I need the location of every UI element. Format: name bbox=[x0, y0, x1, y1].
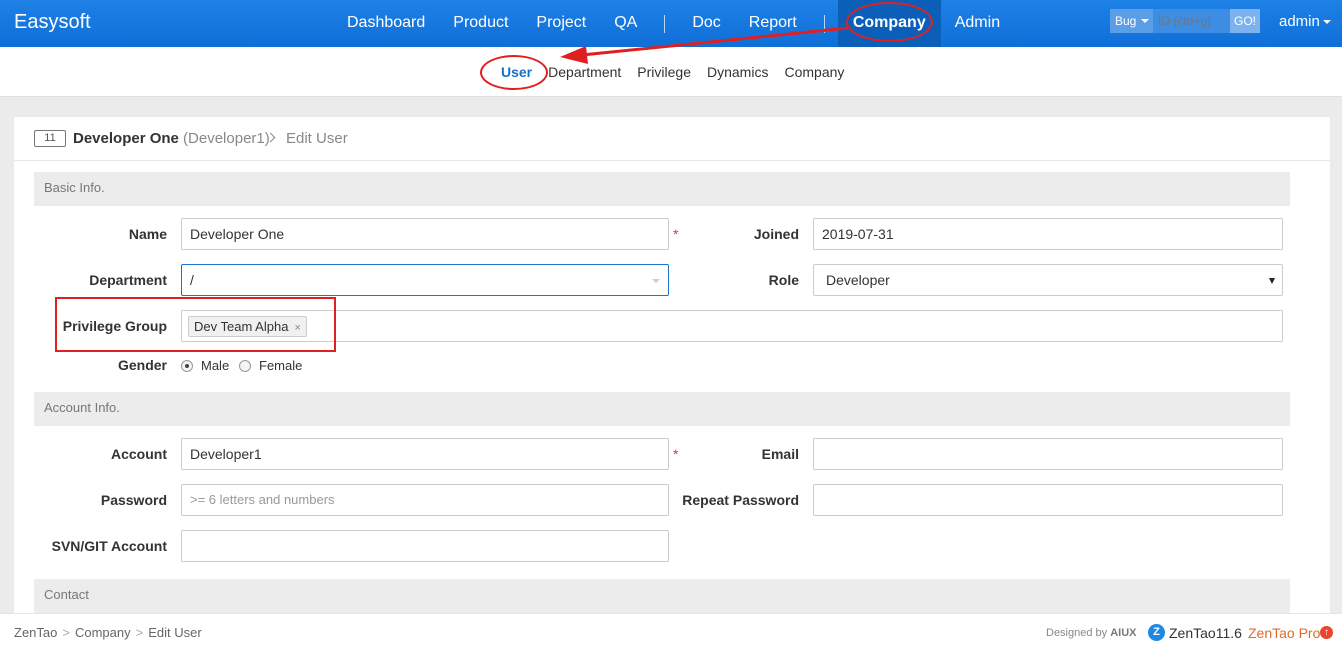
breadcrumb-current: Edit User bbox=[286, 130, 348, 147]
nav-doc[interactable]: Doc bbox=[678, 0, 734, 47]
password-field[interactable]: >= 6 letters and numbers bbox=[181, 484, 669, 516]
brand-logo[interactable]: Easysoft bbox=[14, 11, 91, 34]
chevron-down-icon bbox=[1322, 20, 1331, 25]
svn-account-field[interactable] bbox=[181, 530, 669, 562]
gender-male-radio[interactable] bbox=[181, 360, 193, 372]
nav-product[interactable]: Product bbox=[439, 0, 522, 47]
password-label: Password bbox=[100, 492, 167, 508]
nav-report[interactable]: Report bbox=[735, 0, 811, 47]
email-field[interactable] bbox=[813, 438, 1283, 470]
panel-header: 11 Developer One (Developer1) Edit User bbox=[14, 117, 1330, 161]
joined-label: Joined bbox=[753, 226, 799, 242]
zentao-version[interactable]: ZenTao11.6 bbox=[1169, 625, 1242, 641]
user-id-badge: 11 bbox=[34, 130, 66, 147]
joined-date-field[interactable]: 2019-07-31 bbox=[813, 218, 1283, 250]
role-label: Role bbox=[768, 272, 799, 288]
user-display-name: Developer One bbox=[73, 130, 179, 147]
breadcrumb: ZenTao > Company > Edit User bbox=[14, 625, 202, 640]
department-select[interactable]: / bbox=[181, 264, 669, 296]
gender-label: Gender bbox=[117, 357, 167, 373]
annotation-box-privilege-group bbox=[55, 297, 336, 352]
section-contact: Contact bbox=[34, 579, 1290, 613]
nav-admin[interactable]: Admin bbox=[941, 0, 1014, 47]
chevron-down-icon bbox=[1269, 278, 1275, 284]
subnav-company[interactable]: Company bbox=[776, 64, 852, 80]
designed-by[interactable]: Designed by AIUX bbox=[1046, 627, 1137, 639]
name-field[interactable]: Developer One bbox=[181, 218, 669, 250]
annotation-circle-user bbox=[480, 55, 548, 90]
breadcrumb-company[interactable]: Company bbox=[75, 625, 131, 640]
search-type-select[interactable]: Bug bbox=[1110, 9, 1153, 33]
gender-female-label[interactable]: Female bbox=[259, 358, 302, 373]
breadcrumb-separator: > bbox=[135, 625, 144, 640]
gender-female-radio[interactable] bbox=[239, 360, 251, 372]
privilege-group-multiselect[interactable]: Dev Team Alpha × bbox=[181, 310, 1283, 342]
subnav-privilege[interactable]: Privilege bbox=[629, 64, 699, 80]
repeat-password-field[interactable] bbox=[813, 484, 1283, 516]
department-value: / bbox=[190, 272, 194, 288]
section-account-info: Account Info. bbox=[34, 392, 1290, 426]
user-account-name: (Developer1) bbox=[183, 130, 270, 147]
section-basic-info: Basic Info. bbox=[34, 172, 1290, 206]
role-value: Developer bbox=[826, 272, 890, 288]
user-menu[interactable]: admin bbox=[1279, 13, 1331, 30]
page-title: Developer One (Developer1) bbox=[73, 130, 270, 147]
department-label: Department bbox=[89, 272, 167, 288]
nav-project[interactable]: Project bbox=[522, 0, 600, 47]
account-field[interactable]: Developer1 bbox=[181, 438, 669, 470]
nav-dashboard[interactable]: Dashboard bbox=[333, 0, 439, 47]
search-input[interactable] bbox=[1153, 9, 1230, 33]
footer-bar: ZenTao > Company > Edit User Designed by AIU… bbox=[0, 613, 1342, 648]
breadcrumb-separator: > bbox=[62, 625, 70, 640]
zentao-logo-icon: Z bbox=[1148, 624, 1165, 641]
top-navbar: Easysoft Dashboard Product Project QA Do… bbox=[0, 0, 1342, 47]
search-go-button[interactable]: GO! bbox=[1230, 9, 1260, 33]
breadcrumb-zentao[interactable]: ZenTao bbox=[14, 625, 57, 640]
user-name: admin bbox=[1279, 13, 1320, 30]
designer-brand: AIUX bbox=[1110, 627, 1137, 639]
role-select[interactable]: Developer bbox=[813, 264, 1283, 296]
zentao-pro-link[interactable]: ZenTao Pro bbox=[1248, 625, 1320, 641]
designed-by-text: Designed by bbox=[1046, 627, 1108, 639]
upgrade-icon[interactable]: ↑ bbox=[1320, 626, 1333, 639]
repeat-password-label: Repeat Password bbox=[682, 492, 799, 508]
sub-navbar: User Department Privilege Dynamics Compa… bbox=[0, 47, 1342, 97]
svn-account-label: SVN/GIT Account bbox=[51, 538, 167, 554]
account-label: Account bbox=[111, 446, 167, 462]
global-search: Bug GO! bbox=[1110, 9, 1260, 33]
nav-divider bbox=[823, 14, 825, 33]
search-type-label: Bug bbox=[1115, 14, 1137, 28]
annotation-circle-company bbox=[846, 2, 933, 42]
subnav-dynamics[interactable]: Dynamics bbox=[699, 64, 776, 80]
subnav-department[interactable]: Department bbox=[540, 64, 629, 80]
email-label: Email bbox=[761, 446, 799, 462]
edit-user-panel: 11 Developer One (Developer1) Edit User … bbox=[14, 117, 1330, 613]
chevron-down-icon bbox=[1141, 19, 1149, 23]
gender-male-label[interactable]: Male bbox=[201, 358, 229, 373]
breadcrumb-edit-user: Edit User bbox=[148, 625, 202, 640]
name-label: Name bbox=[128, 226, 167, 242]
nav-qa[interactable]: QA bbox=[600, 0, 651, 47]
nav-divider bbox=[664, 14, 666, 33]
